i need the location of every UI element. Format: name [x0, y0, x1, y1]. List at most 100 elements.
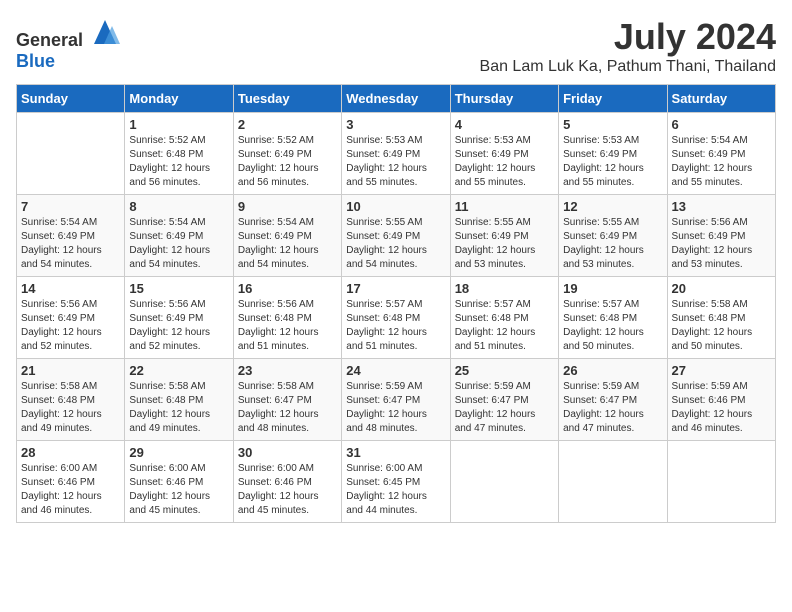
column-header-thursday: Thursday: [450, 85, 558, 113]
day-info: Sunrise: 5:58 AM Sunset: 6:48 PM Dayligh…: [129, 380, 228, 436]
day-info: Sunrise: 5:57 AM Sunset: 6:48 PM Dayligh…: [563, 298, 662, 354]
column-header-sunday: Sunday: [17, 85, 125, 113]
calendar-cell: [559, 441, 667, 523]
day-number: 15: [129, 281, 228, 296]
day-number: 10: [346, 199, 445, 214]
calendar-cell: 29 Sunrise: 6:00 AM Sunset: 6:46 PM Dayli…: [125, 441, 233, 523]
day-info: Sunrise: 5:59 AM Sunset: 6:47 PM Dayligh…: [455, 380, 554, 436]
day-number: 5: [563, 117, 662, 132]
column-header-tuesday: Tuesday: [233, 85, 341, 113]
calendar-cell: 8 Sunrise: 5:54 AM Sunset: 6:49 PM Daylig…: [125, 195, 233, 277]
day-number: 18: [455, 281, 554, 296]
day-info: Sunrise: 5:55 AM Sunset: 6:49 PM Dayligh…: [346, 216, 445, 272]
day-info: Sunrise: 5:53 AM Sunset: 6:49 PM Dayligh…: [455, 134, 554, 190]
day-info: Sunrise: 5:57 AM Sunset: 6:48 PM Dayligh…: [346, 298, 445, 354]
day-info: Sunrise: 5:53 AM Sunset: 6:49 PM Dayligh…: [346, 134, 445, 190]
day-info: Sunrise: 5:58 AM Sunset: 6:47 PM Dayligh…: [238, 380, 337, 436]
title-area: July 2024 Ban Lam Luk Ka, Pathum Thani, …: [480, 16, 776, 76]
day-info: Sunrise: 5:58 AM Sunset: 6:48 PM Dayligh…: [672, 298, 771, 354]
column-header-monday: Monday: [125, 85, 233, 113]
day-number: 26: [563, 363, 662, 378]
day-info: Sunrise: 5:54 AM Sunset: 6:49 PM Dayligh…: [672, 134, 771, 190]
calendar-cell: 7Sunrise: 5:54 AM Sunset: 6:49 PM Daylig…: [17, 195, 125, 277]
main-title: July 2024: [480, 16, 776, 58]
calendar-cell: 17 Sunrise: 5:57 AM Sunset: 6:48 PM Dayli…: [342, 277, 450, 359]
calendar-cell: 13 Sunrise: 5:56 AM Sunset: 6:49 PM Dayli…: [667, 195, 775, 277]
logo: General Blue: [16, 16, 120, 72]
calendar-cell: 24Sunrise: 5:59 AM Sunset: 6:47 PM Dayli…: [342, 359, 450, 441]
day-info: Sunrise: 6:00 AM Sunset: 6:45 PM Dayligh…: [346, 462, 445, 518]
day-info: Sunrise: 5:59 AM Sunset: 6:47 PM Dayligh…: [346, 380, 445, 436]
day-number: 12: [563, 199, 662, 214]
day-number: 25: [455, 363, 554, 378]
calendar-cell: 14 Sunrise: 5:56 AM Sunset: 6:49 PM Dayli…: [17, 277, 125, 359]
day-number: 2: [238, 117, 337, 132]
day-info: Sunrise: 5:52 AM Sunset: 6:49 PM Dayligh…: [238, 134, 337, 190]
day-info: Sunrise: 6:00 AM Sunset: 6:46 PM Dayligh…: [21, 462, 120, 518]
day-number: 19: [563, 281, 662, 296]
calendar-cell: 28 Sunrise: 6:00 AM Sunset: 6:46 PM Dayli…: [17, 441, 125, 523]
day-number: 21: [21, 363, 120, 378]
calendar-cell: 12 Sunrise: 5:55 AM Sunset: 6:49 PM Dayli…: [559, 195, 667, 277]
day-number: 8: [129, 199, 228, 214]
day-number: 22: [129, 363, 228, 378]
subtitle: Ban Lam Luk Ka, Pathum Thani, Thailand: [480, 58, 776, 76]
day-number: 11: [455, 199, 554, 214]
calendar-cell: 10 Sunrise: 5:55 AM Sunset: 6:49 PM Dayli…: [342, 195, 450, 277]
day-number: 9: [238, 199, 337, 214]
calendar-table: SundayMondayTuesdayWednesdayThursdayFrid…: [16, 84, 776, 523]
calendar-cell: 5 Sunrise: 5:53 AM Sunset: 6:49 PM Daylig…: [559, 113, 667, 195]
day-info: Sunrise: 5:54 AM Sunset: 6:49 PM Dayligh…: [238, 216, 337, 272]
day-number: 16: [238, 281, 337, 296]
day-info: Sunrise: 6:00 AM Sunset: 6:46 PM Dayligh…: [238, 462, 337, 518]
calendar-cell: 6 Sunrise: 5:54 AM Sunset: 6:49 PM Daylig…: [667, 113, 775, 195]
day-number: 6: [672, 117, 771, 132]
calendar-cell: 25 Sunrise: 5:59 AM Sunset: 6:47 PM Dayli…: [450, 359, 558, 441]
calendar-cell: [17, 113, 125, 195]
day-number: 13: [672, 199, 771, 214]
logo-general-text: General: [16, 30, 83, 50]
day-number: 29: [129, 445, 228, 460]
calendar-cell: 26 Sunrise: 5:59 AM Sunset: 6:47 PM Dayli…: [559, 359, 667, 441]
calendar-cell: 9 Sunrise: 5:54 AM Sunset: 6:49 PM Daylig…: [233, 195, 341, 277]
calendar-cell: 11 Sunrise: 5:55 AM Sunset: 6:49 PM Dayli…: [450, 195, 558, 277]
day-info: Sunrise: 5:52 AM Sunset: 6:48 PM Dayligh…: [129, 134, 228, 190]
day-info: Sunrise: 5:55 AM Sunset: 6:49 PM Dayligh…: [563, 216, 662, 272]
day-number: 27: [672, 363, 771, 378]
day-number: 31: [346, 445, 445, 460]
calendar-cell: 31 Sunrise: 6:00 AM Sunset: 6:45 PM Dayli…: [342, 441, 450, 523]
day-number: 23: [238, 363, 337, 378]
day-number: 3: [346, 117, 445, 132]
calendar-cell: 21Sunrise: 5:58 AM Sunset: 6:48 PM Dayli…: [17, 359, 125, 441]
calendar-cell: 30 Sunrise: 6:00 AM Sunset: 6:46 PM Dayli…: [233, 441, 341, 523]
calendar-cell: 15 Sunrise: 5:56 AM Sunset: 6:49 PM Dayli…: [125, 277, 233, 359]
calendar-cell: 22 Sunrise: 5:58 AM Sunset: 6:48 PM Dayli…: [125, 359, 233, 441]
day-info: Sunrise: 5:56 AM Sunset: 6:49 PM Dayligh…: [129, 298, 228, 354]
day-info: Sunrise: 5:59 AM Sunset: 6:46 PM Dayligh…: [672, 380, 771, 436]
logo-icon: [90, 16, 120, 46]
calendar-cell: 27 Sunrise: 5:59 AM Sunset: 6:46 PM Dayli…: [667, 359, 775, 441]
calendar-cell: 3 Sunrise: 5:53 AM Sunset: 6:49 PM Daylig…: [342, 113, 450, 195]
calendar-cell: 23 Sunrise: 5:58 AM Sunset: 6:47 PM Dayli…: [233, 359, 341, 441]
day-number: 28: [21, 445, 120, 460]
calendar-cell: 1Sunrise: 5:52 AM Sunset: 6:48 PM Daylig…: [125, 113, 233, 195]
calendar-cell: 18 Sunrise: 5:57 AM Sunset: 6:48 PM Dayli…: [450, 277, 558, 359]
day-info: Sunrise: 5:55 AM Sunset: 6:49 PM Dayligh…: [455, 216, 554, 272]
day-number: 20: [672, 281, 771, 296]
calendar-cell: 20 Sunrise: 5:58 AM Sunset: 6:48 PM Dayli…: [667, 277, 775, 359]
day-info: Sunrise: 6:00 AM Sunset: 6:46 PM Dayligh…: [129, 462, 228, 518]
day-number: 4: [455, 117, 554, 132]
day-info: Sunrise: 5:59 AM Sunset: 6:47 PM Dayligh…: [563, 380, 662, 436]
day-info: Sunrise: 5:56 AM Sunset: 6:49 PM Dayligh…: [21, 298, 120, 354]
day-info: Sunrise: 5:57 AM Sunset: 6:48 PM Dayligh…: [455, 298, 554, 354]
day-info: Sunrise: 5:53 AM Sunset: 6:49 PM Dayligh…: [563, 134, 662, 190]
day-info: Sunrise: 5:54 AM Sunset: 6:49 PM Dayligh…: [21, 216, 120, 272]
header: General Blue July 2024 Ban Lam Luk Ka, P…: [16, 16, 776, 76]
day-number: 14: [21, 281, 120, 296]
calendar-cell: 4 Sunrise: 5:53 AM Sunset: 6:49 PM Daylig…: [450, 113, 558, 195]
day-number: 17: [346, 281, 445, 296]
day-info: Sunrise: 5:56 AM Sunset: 6:49 PM Dayligh…: [672, 216, 771, 272]
day-number: 30: [238, 445, 337, 460]
day-info: Sunrise: 5:54 AM Sunset: 6:49 PM Dayligh…: [129, 216, 228, 272]
calendar-cell: 19 Sunrise: 5:57 AM Sunset: 6:48 PM Dayli…: [559, 277, 667, 359]
